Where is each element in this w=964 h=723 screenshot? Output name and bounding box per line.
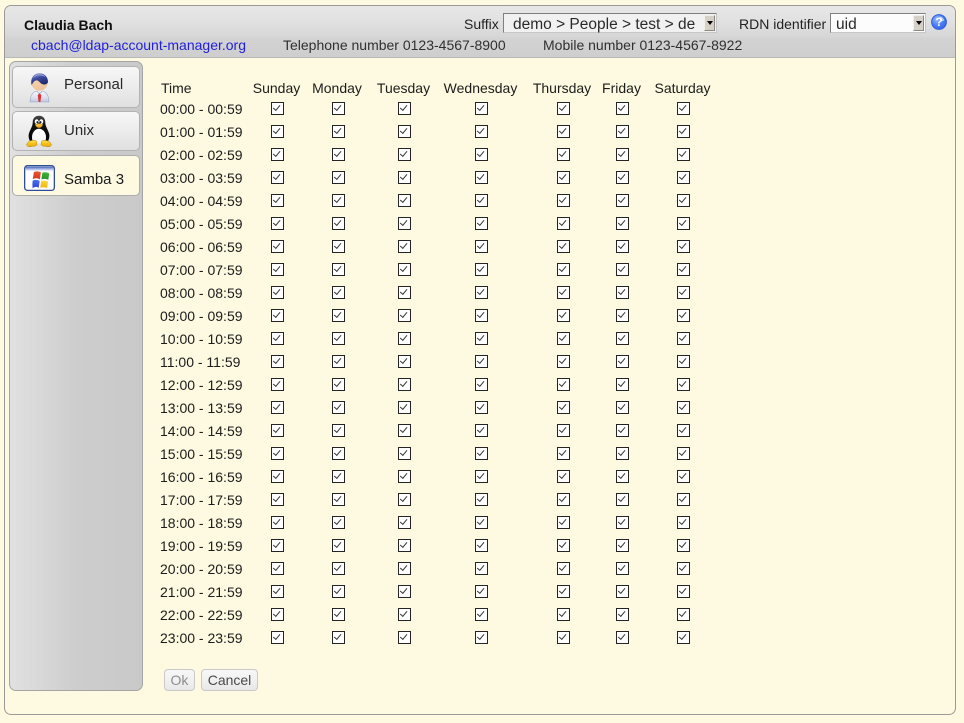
svg-text:?: ?: [935, 15, 942, 29]
